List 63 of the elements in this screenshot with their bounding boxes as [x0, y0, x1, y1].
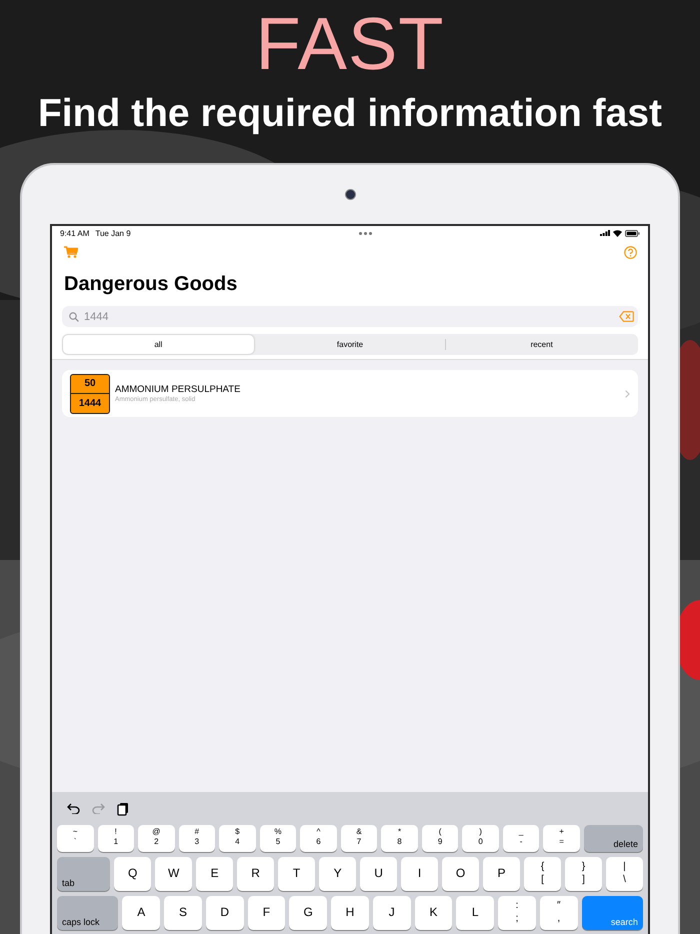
segment-tab[interactable]: favorite — [254, 335, 446, 354]
cart-icon[interactable] — [64, 246, 78, 258]
undo-icon[interactable] — [67, 803, 80, 814]
help-icon[interactable] — [624, 246, 637, 259]
keyboard-key[interactable]: ″ , — [540, 896, 578, 930]
clipboard-icon[interactable] — [117, 802, 129, 816]
result-name: AMMONIUM PERSULPHATE — [115, 384, 242, 395]
search-key[interactable]: search — [582, 896, 643, 930]
keyboard-key[interactable]: A — [122, 896, 160, 930]
keyboard-key[interactable]: P — [483, 857, 520, 891]
keyboard-key[interactable]: Y — [319, 857, 356, 891]
keyboard-key[interactable]: + = — [543, 825, 580, 852]
keyboard-key[interactable]: & 7 — [340, 825, 378, 852]
keyboard-key[interactable]: ^ 6 — [300, 825, 337, 852]
keyboard-key[interactable]: L — [456, 896, 494, 930]
wifi-icon — [612, 230, 622, 236]
keyboard-key[interactable]: I — [401, 857, 438, 891]
keyboard-key[interactable]: caps lock — [57, 896, 118, 930]
keyboard-key[interactable]: % 5 — [260, 825, 296, 852]
keyboard-key[interactable]: tab — [57, 857, 110, 891]
keyboard-key[interactable]: D — [206, 896, 244, 930]
headline: FAST — [255, 4, 445, 84]
chevron-icon — [625, 390, 630, 398]
keyboard-key[interactable]: H — [331, 896, 369, 930]
keyboard-key[interactable]: E — [196, 857, 234, 891]
keyboard-key[interactable]: R — [237, 857, 274, 891]
keyboard-key[interactable]: J — [372, 896, 411, 930]
clear-icon[interactable] — [619, 311, 634, 322]
keyboard-key[interactable]: O — [442, 857, 480, 891]
camera-icon — [344, 189, 356, 200]
keyboard-key[interactable]: : ; — [498, 896, 536, 930]
keyboard-key[interactable]: Q — [114, 857, 152, 891]
keyboard-key[interactable]: ) 0 — [462, 825, 499, 852]
search-icon — [69, 312, 79, 322]
keyboard-key[interactable]: ! 1 — [98, 825, 134, 852]
status-time: 9:41 AM — [60, 228, 90, 238]
keyboard-key[interactable]: F — [248, 896, 286, 930]
keyboard-key[interactable]: # 3 — [178, 825, 216, 852]
keyboard-key[interactable]: | \ — [606, 857, 643, 891]
keyboard-key[interactable]: } ] — [565, 857, 602, 891]
keyboard-key[interactable]: U — [360, 857, 398, 891]
keyboard-key[interactable]: G — [289, 896, 328, 930]
status-date: Tue Jan 9 — [95, 228, 131, 238]
keyboard-key[interactable]: $ 4 — [219, 825, 256, 852]
keyboard-key[interactable]: S — [164, 896, 202, 930]
keyboard-key[interactable]: K — [414, 896, 452, 930]
page-title: Dangerous Goods — [63, 272, 238, 297]
keyboard-key[interactable]: ~ ` — [57, 825, 94, 852]
hazard-placard: 50 1444 — [70, 374, 110, 414]
multitasking-icon[interactable] — [358, 232, 372, 234]
subtitle: Find the required information fast — [38, 91, 662, 137]
keyboard-key[interactable]: @ 2 — [138, 825, 175, 852]
segment-tab[interactable]: recent — [446, 335, 638, 354]
keyboard-key[interactable]: { [ — [524, 857, 561, 891]
segment-tab[interactable]: all — [63, 335, 254, 354]
keyboard-key[interactable]: W — [155, 857, 192, 891]
keyboard-key[interactable]: T — [278, 857, 316, 891]
keyboard-key[interactable]: * 8 — [381, 825, 418, 852]
keyboard-key[interactable]: _ - — [502, 825, 540, 852]
keyboard-key[interactable]: delete — [584, 825, 643, 852]
battery-icon — [624, 230, 640, 236]
keyboard-key[interactable]: ( 9 — [422, 825, 458, 852]
signal-icon — [600, 230, 610, 236]
